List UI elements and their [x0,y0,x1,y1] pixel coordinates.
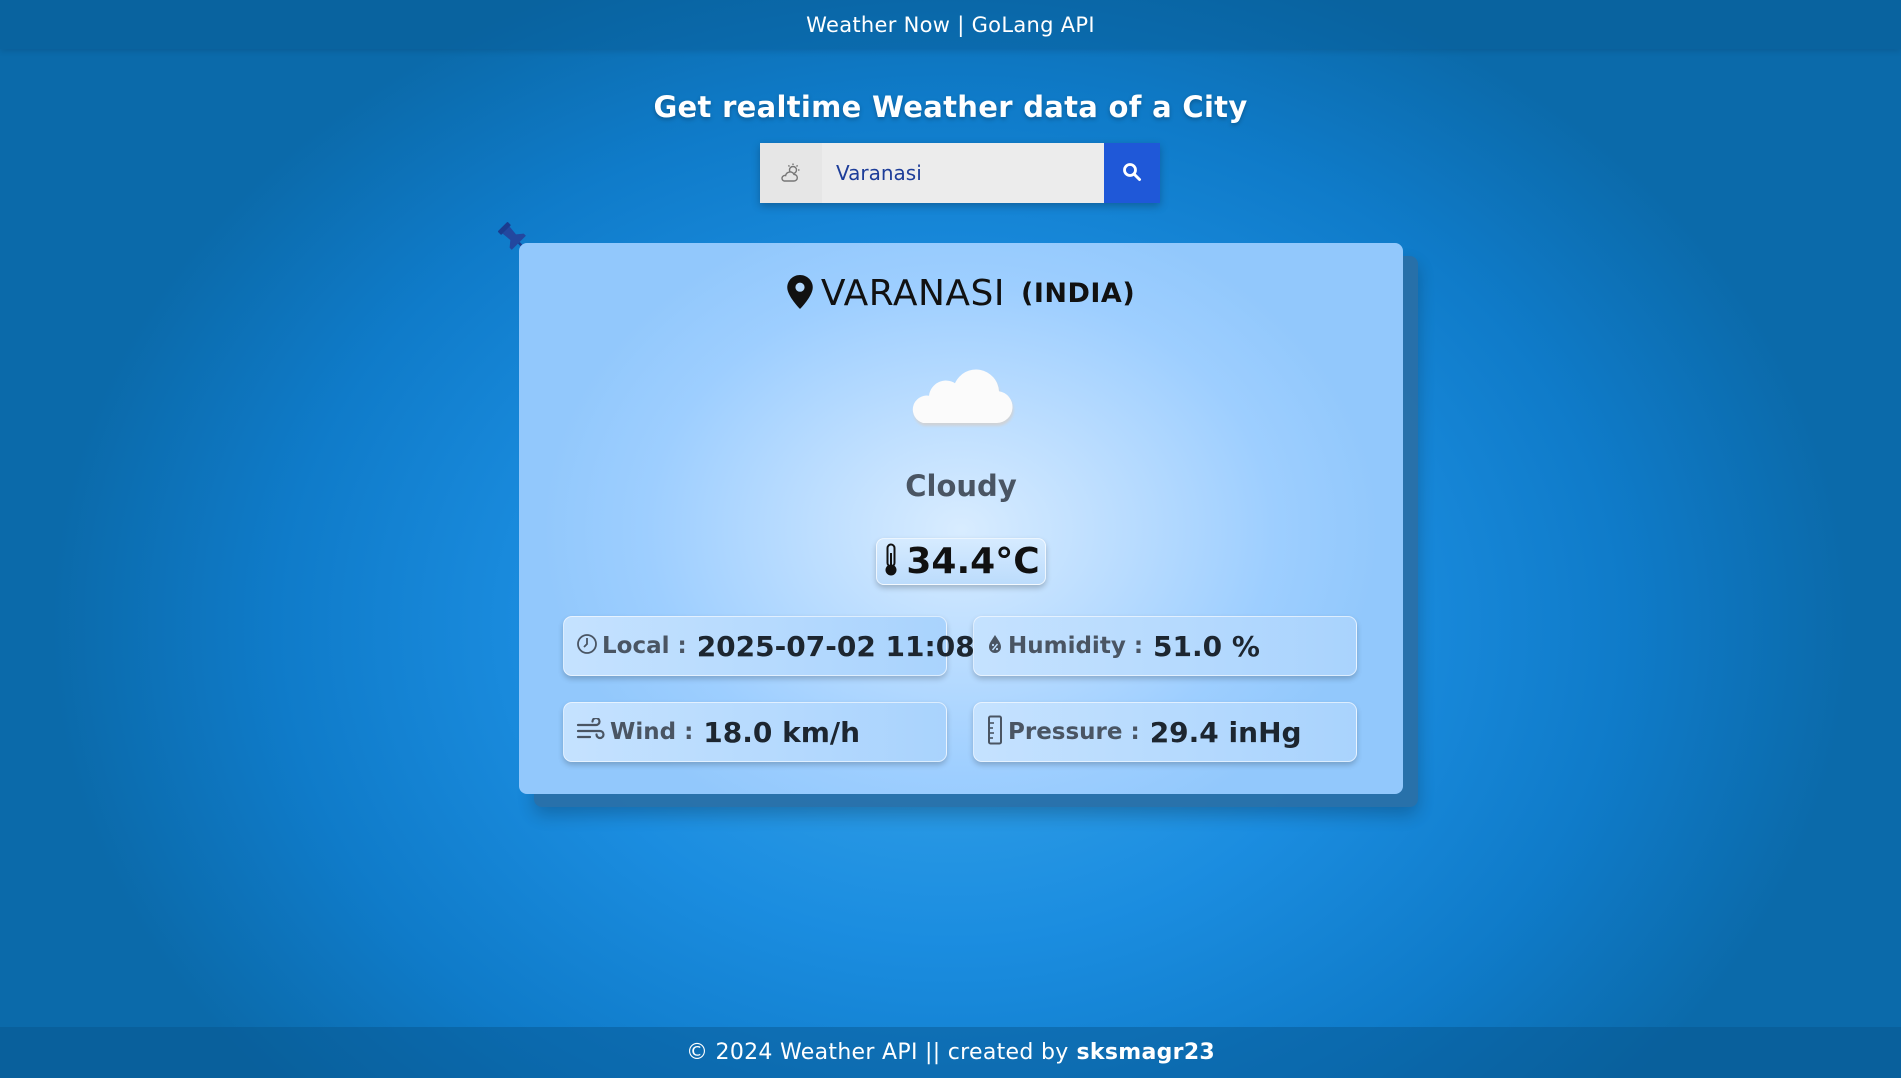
city-name: VARANASI [820,273,1005,314]
wind-colon: : [684,719,694,745]
humidity-value: 51.0 % [1153,629,1260,663]
location-heading: VARANASI (INDIA) [519,273,1403,314]
pressure-tile: Pressure : 29.4 inHg [973,702,1357,762]
wind-label: Wind [610,719,677,745]
wind-tile: Wind : 18.0 km/h [563,702,947,762]
footer-author: sksmagr23 [1076,1040,1216,1065]
local-time-tile: Local : 2025-07-02 11:08 [563,616,975,676]
city-search-input[interactable] [822,143,1104,203]
country-name: (INDIA) [1020,278,1136,309]
humidity-label: Humidity [1008,633,1126,659]
footer-text: © 2024 Weather API || created by [685,1040,1069,1065]
partly-cloudy-icon [760,143,822,203]
pressure-label: Pressure [1008,719,1123,745]
search-icon [1122,162,1142,185]
search-button[interactable] [1104,143,1160,203]
page-heading: Get realtime Weather data of a City [653,90,1248,124]
gauge-icon [986,715,1004,749]
search-bar [760,143,1160,203]
wind-value: 18.0 km/h [703,715,861,749]
thermometer-icon [882,543,900,581]
page-footer: © 2024 Weather API || created by sksmagr… [0,1027,1901,1078]
app-title: Weather Now | GoLang API [806,12,1095,37]
temperature-badge: 34.4°C [876,538,1046,585]
cloud-icon [907,353,1017,439]
wind-icon [576,716,606,746]
pressure-value: 29.4 inHg [1149,715,1302,749]
weather-condition: Cloudy [905,469,1017,503]
local-label: Local [602,633,670,659]
humidity-colon: : [1133,633,1144,659]
app-header: Weather Now | GoLang API [0,0,1901,49]
humidity-icon [986,633,1004,659]
location-pin-icon [787,274,813,313]
humidity-tile: Humidity : 51.0 % [973,616,1357,676]
temperature-value: 34.4°C [906,541,1040,582]
local-colon: : [677,633,687,659]
pressure-colon: : [1130,719,1140,745]
clock-icon [576,633,598,659]
weather-card: VARANASI (INDIA) Cloudy 34.4°C Local: 2… [519,243,1403,794]
local-value: 2025-07-02 11:08 [696,629,975,663]
